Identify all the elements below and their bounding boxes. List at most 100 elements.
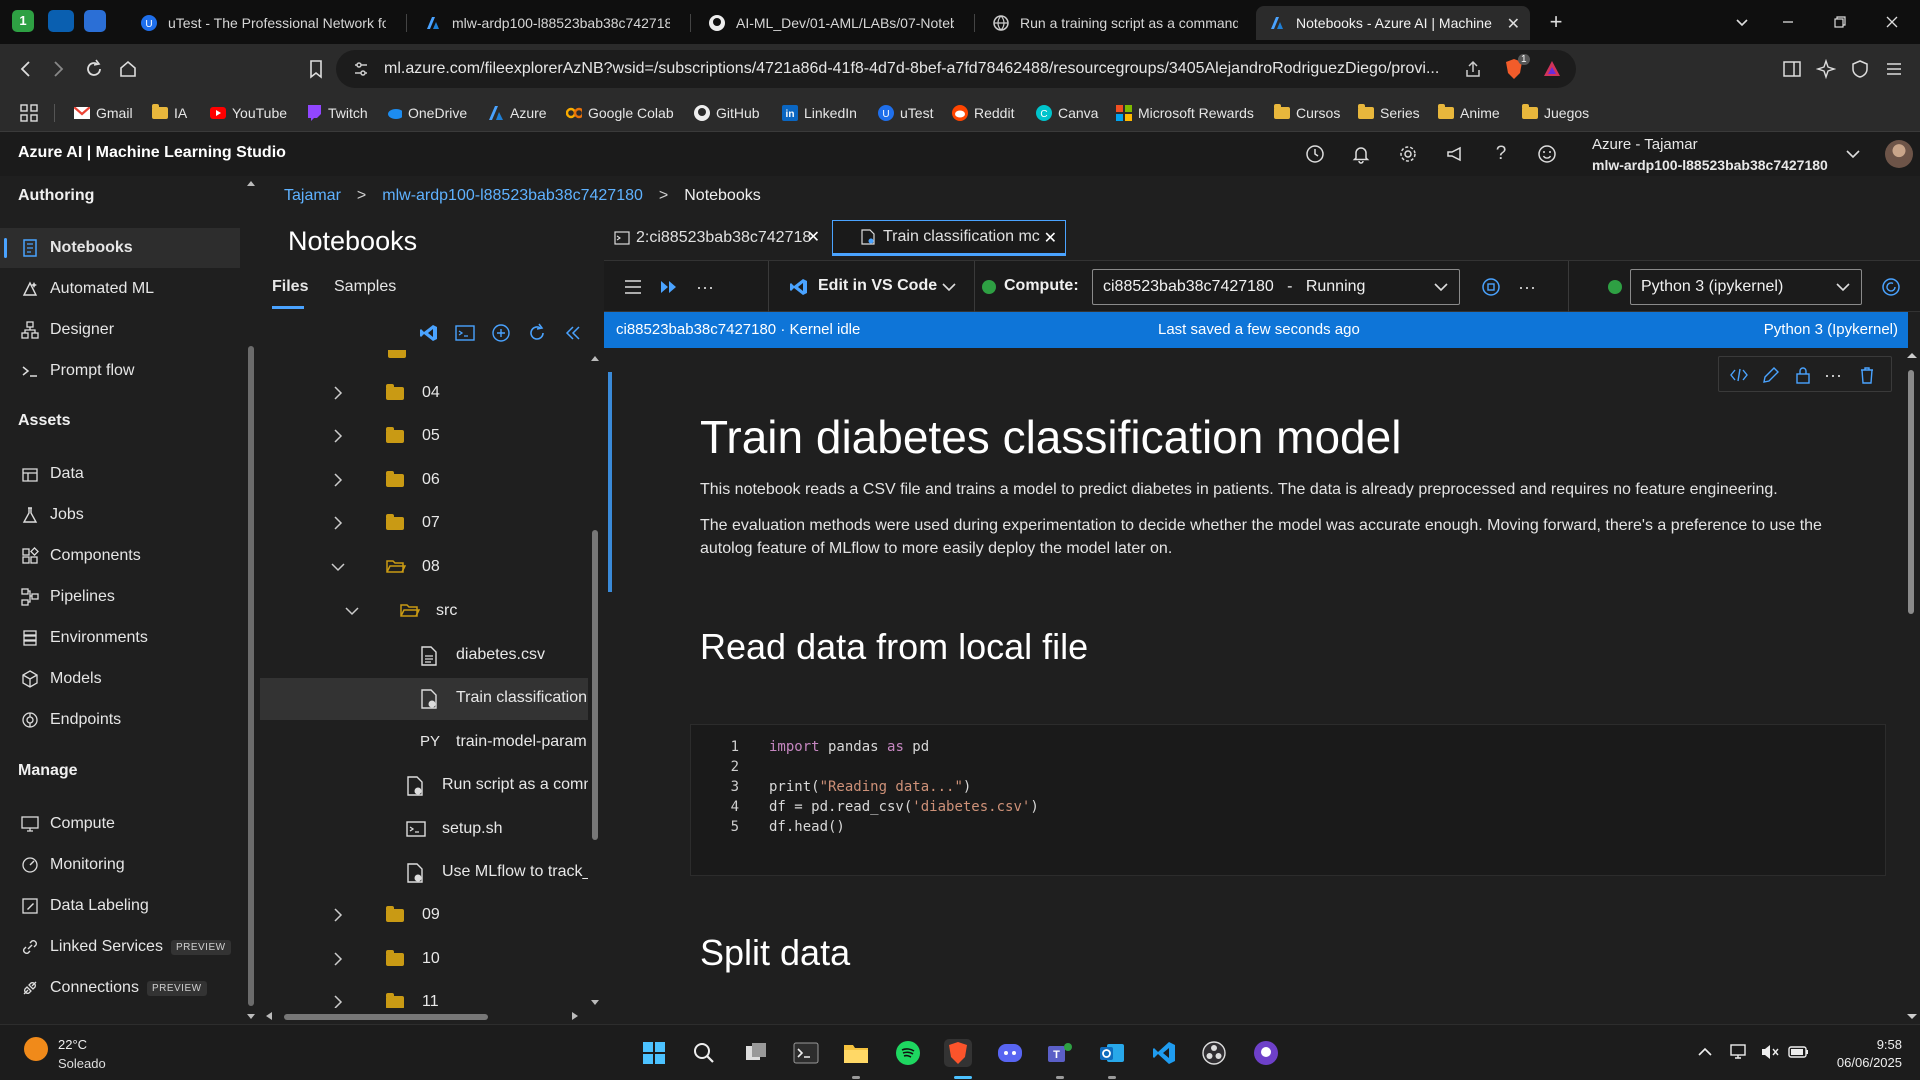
edit-in-vscode-button[interactable]: Edit in VS Code (818, 277, 937, 295)
tree-folder-04[interactable]: 04 (260, 373, 588, 415)
vpn-shield-icon[interactable] (1848, 57, 1872, 81)
nav-item-automated-ml[interactable]: Automated ML (0, 269, 240, 309)
code-toggle-icon[interactable] (1729, 365, 1749, 385)
bookmark-anime[interactable]: Anime (1438, 103, 1500, 123)
new-tab-button[interactable]: + (1544, 10, 1568, 34)
tree-folder-src[interactable]: src (260, 591, 588, 633)
address-bar[interactable]: ml.azure.com/fileexplorerAzNB?wsid=/subs… (336, 50, 1576, 88)
delete-trash-icon[interactable] (1857, 365, 1877, 385)
tab-samples[interactable]: Samples (334, 278, 396, 296)
task-view-icon[interactable] (742, 1039, 770, 1067)
account-name[interactable]: Azure - Tajamar (1592, 136, 1698, 153)
volume-muted-icon[interactable] (1760, 1043, 1780, 1061)
hamburger-menu-icon[interactable] (622, 276, 644, 298)
search-icon[interactable] (690, 1039, 718, 1067)
nav-item-designer[interactable]: Designer (0, 310, 240, 350)
browser-tab-docs[interactable]: Run a training script as a command jo (980, 6, 1250, 40)
nav-item-prompt-flow[interactable]: Prompt flow (0, 351, 240, 391)
bookmark-github[interactable]: GitHub (694, 103, 760, 123)
chevron-right-icon[interactable] (330, 428, 346, 444)
refresh-icon[interactable] (526, 322, 548, 344)
history-icon[interactable] (1304, 143, 1326, 165)
workspace-name[interactable]: mlw-ardp100-l88523bab38c7427180 (1592, 157, 1828, 173)
tree-notebook-run-script[interactable]: Run script as a comn (260, 765, 588, 807)
pinned-app-icon[interactable] (84, 10, 106, 32)
outlook-icon[interactable] (1098, 1039, 1126, 1067)
tab-search-button[interactable] (1730, 10, 1754, 34)
avatar[interactable] (1885, 140, 1913, 168)
bookmark-ia[interactable]: IA (152, 103, 187, 123)
bookmark-colab[interactable]: Google Colab (566, 103, 674, 123)
file-explorer-icon[interactable] (842, 1039, 870, 1067)
tree-file-diabetes-csv[interactable]: diabetes.csv (260, 635, 588, 677)
minimize-button[interactable] (1776, 10, 1800, 34)
edit-pencil-icon[interactable] (1761, 365, 1781, 385)
editor-tab-train-classification[interactable]: Train classification mc ✕ (832, 220, 1066, 256)
tree-notebook-train-classification[interactable]: Train classification (260, 678, 588, 720)
vscode-icon[interactable] (788, 276, 810, 298)
system-clock[interactable]: 9:58 06/06/2025 (1837, 1037, 1902, 1070)
compute-settings-icon[interactable] (1480, 276, 1502, 298)
bookmark-juegos[interactable]: Juegos (1522, 103, 1589, 123)
browser-tab-workspace[interactable]: mlw-ardp100-l88523bab38c7427180 (412, 6, 682, 40)
obs-icon[interactable] (1200, 1039, 1228, 1067)
tree-folder-06[interactable]: 06 (260, 460, 588, 502)
bookmark-canva[interactable]: C Canva (1036, 103, 1098, 123)
chevron-up-icon[interactable] (1696, 1043, 1714, 1061)
tree-folder-11[interactable]: 11 (260, 982, 588, 1008)
nav-item-jobs[interactable]: Jobs (0, 495, 240, 535)
code-cell[interactable]: 1 import pandas as pd 2 3 print("Reading d… (690, 724, 1886, 876)
browser-tab-github[interactable]: AI-ML_Dev/01-AML/LABs/07-Notebo (696, 6, 966, 40)
settings-gear-icon[interactable] (1397, 143, 1419, 165)
browser-tab-notebooks[interactable]: Notebooks - Azure AI | Machine ✕ (1256, 6, 1530, 40)
home-icon[interactable] (116, 57, 140, 81)
file-tree-horizontal-scroll-thumb[interactable] (284, 1014, 488, 1020)
share-icon[interactable] (1464, 60, 1482, 78)
profile-badge-icon[interactable]: 1 (12, 10, 34, 32)
run-all-icon[interactable] (658, 276, 680, 298)
chevron-right-icon[interactable] (330, 385, 346, 401)
forward-icon[interactable] (46, 57, 70, 81)
chevron-down-icon[interactable] (330, 559, 346, 575)
brave-icon[interactable] (944, 1039, 972, 1067)
windows-start-icon[interactable] (640, 1039, 668, 1067)
kernel-select[interactable]: Python 3 (ipykernel) (1630, 269, 1862, 305)
account-chevron-down-icon[interactable] (1842, 143, 1864, 165)
nav-item-linked-services[interactable]: Linked Services PREVIEW (0, 927, 240, 967)
tree-folder-09[interactable]: 09 (260, 895, 588, 937)
nav-item-compute[interactable]: Compute (0, 804, 240, 844)
reload-icon[interactable] (82, 57, 106, 81)
feedback-megaphone-icon[interactable] (1444, 143, 1466, 165)
bookmark-icon[interactable] (304, 57, 328, 81)
browser-tab-utest[interactable]: U uTest - The Professional Network for (128, 6, 398, 40)
chevron-right-icon[interactable] (330, 951, 346, 967)
apps-grid-icon[interactable] (20, 104, 38, 122)
leo-ai-icon[interactable] (1814, 57, 1838, 81)
compute-select[interactable]: ci88523bab38c7427180 - Running (1092, 269, 1460, 305)
chevron-right-icon[interactable] (330, 907, 346, 923)
back-icon[interactable] (14, 57, 38, 81)
breadcrumb-workspace[interactable]: mlw-ardp100-l88523bab38c7427180 (382, 187, 643, 205)
editor-tab-terminal[interactable]: 2:ci88523bab38c742718 ✕ (604, 220, 828, 256)
bookmark-reddit[interactable]: Reddit (952, 103, 1014, 123)
weather-sun-icon[interactable] (24, 1037, 48, 1061)
tree-folder-08[interactable]: 08 (260, 547, 588, 589)
nav-item-pipelines[interactable]: Pipelines (0, 577, 240, 617)
bookmark-series[interactable]: Series (1358, 103, 1420, 123)
tree-file-train-model-param[interactable]: PY train-model-param (260, 722, 588, 764)
bookmark-youtube[interactable]: YouTube (210, 103, 287, 123)
bookmark-microsoft-rewards[interactable]: Microsoft Rewards (1116, 103, 1254, 123)
discord-icon[interactable] (996, 1039, 1024, 1067)
nav-item-data-labeling[interactable]: Data Labeling (0, 886, 240, 926)
network-icon[interactable] (1730, 1043, 1750, 1061)
tree-folder-07[interactable]: 07 (260, 503, 588, 545)
brave-rewards-icon[interactable] (1542, 59, 1562, 79)
bookmark-onedrive[interactable]: OneDrive (386, 103, 467, 123)
add-file-icon[interactable] (490, 322, 512, 344)
sidebar-toggle-icon[interactable] (1780, 57, 1804, 81)
nav-item-components[interactable]: Components (0, 536, 240, 576)
nav-item-environments[interactable]: Environments (0, 618, 240, 658)
weather-description[interactable]: Soleado (58, 1056, 106, 1071)
lock-icon[interactable] (1793, 365, 1813, 385)
bookmark-linkedin[interactable]: in LinkedIn (782, 103, 857, 123)
